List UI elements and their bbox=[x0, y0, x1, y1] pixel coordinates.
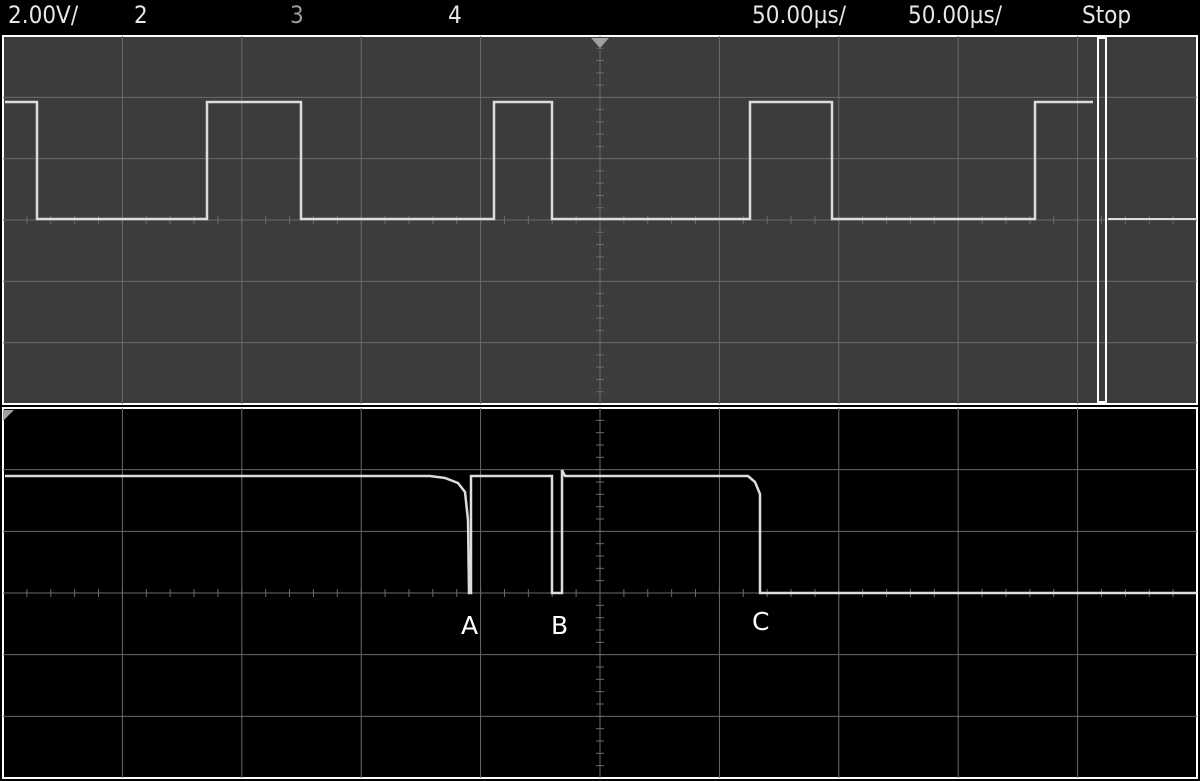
zoom-window bbox=[2, 407, 1198, 779]
annotation-marker-b: B bbox=[551, 611, 569, 640]
annotation-marker-c: C bbox=[752, 607, 770, 636]
main-window bbox=[2, 35, 1198, 405]
oscilloscope-screen: 2.00V/ 2 3 4 50.00µs/ 50.00µs/ Stop A B … bbox=[0, 0, 1200, 781]
annotation-marker-a: A bbox=[461, 611, 479, 640]
scope-display bbox=[2, 35, 1198, 779]
